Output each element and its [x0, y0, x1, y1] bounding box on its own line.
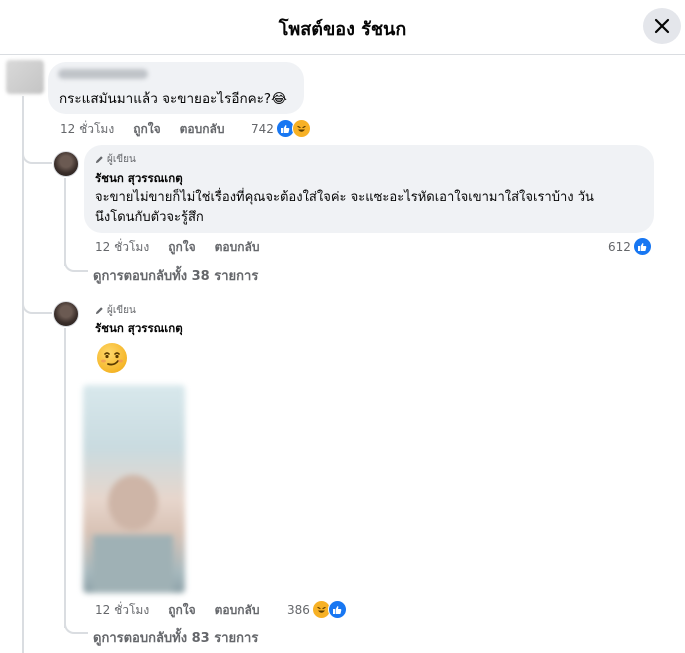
- thread-connector: [64, 250, 88, 272]
- author-badge-label: ผู้เขียน: [107, 305, 136, 316]
- thread-connector: [22, 290, 52, 314]
- close-icon: [654, 18, 670, 34]
- reply-button[interactable]: ตอบกลับ: [180, 120, 225, 139]
- smirk-emoji-icon: [97, 343, 127, 373]
- reply-actions: 12 ชั่วโมง ถูกใจ ตอบกลับ: [95, 601, 259, 620]
- reaction-count: 386: [287, 602, 310, 617]
- attached-photo[interactable]: [83, 385, 185, 593]
- avatar[interactable]: [6, 60, 44, 94]
- reaction-count: 742: [251, 121, 274, 136]
- view-replies-link[interactable]: ดูการตอบกลับทั้ง 38 รายการ: [93, 265, 258, 286]
- like-button[interactable]: ถูกใจ: [133, 120, 160, 139]
- author-name[interactable]: [58, 69, 148, 79]
- author-name[interactable]: รัชนก สุวรรณเกตุ: [95, 170, 183, 188]
- reply-text-line-1: จะขายไม่ขายก็ไม่ใช่เรื่องที่คุณจะต้องใส่…: [95, 190, 594, 205]
- thread-connector: [64, 612, 88, 634]
- like-icon: [632, 237, 652, 256]
- reply-text-line-2: นึงโดนกับตัวจะรู้สึก: [95, 210, 204, 225]
- reply-button[interactable]: ตอบกลับ: [215, 238, 260, 257]
- reply-bubble: ผู้เขียน รัชนก สุวรรณเกตุ จะขายไม่ขายก็ไ…: [84, 145, 654, 233]
- author-badge-label: ผู้เขียน: [107, 154, 136, 165]
- reaction-summary[interactable]: 742: [251, 119, 311, 138]
- reply-button[interactable]: ตอบกลับ: [215, 601, 260, 620]
- author-badge: ผู้เขียน: [95, 152, 136, 167]
- comment-time[interactable]: 12 ชั่วโมง: [60, 120, 114, 139]
- thread-line-reply-2: [64, 328, 66, 628]
- reaction-summary[interactable]: 612: [608, 237, 652, 256]
- comment-actions: 12 ชั่วโมง ถูกใจ ตอบกลับ: [60, 120, 224, 139]
- pencil-icon: [95, 156, 103, 164]
- reaction-count: 612: [608, 239, 631, 254]
- reaction-summary[interactable]: 386: [287, 600, 347, 619]
- reply-time[interactable]: 12 ชั่วโมง: [95, 601, 149, 620]
- reply-actions: 12 ชั่วโมง ถูกใจ ตอบกลับ: [95, 238, 259, 257]
- reply-time[interactable]: 12 ชั่วโมง: [95, 238, 149, 257]
- dialog-header: โพสต์ของ รัชนก: [0, 0, 685, 55]
- like-button[interactable]: ถูกใจ: [168, 601, 195, 620]
- thread-line-main: [22, 96, 24, 653]
- comment-text: กระแสมันมาแล้ว จะขายอะไรอีกคะ?😂: [59, 91, 287, 107]
- comment-bubble: กระแสมันมาแล้ว จะขายอะไรอีกคะ?😂: [48, 62, 304, 114]
- haha-icon: [291, 119, 311, 138]
- dialog-title: โพสต์ของ รัชนก: [278, 19, 407, 40]
- view-replies-link[interactable]: ดูการตอบกลับทั้ง 83 รายการ: [93, 627, 258, 648]
- pencil-icon: [95, 307, 103, 315]
- like-button[interactable]: ถูกใจ: [168, 238, 195, 257]
- author-name[interactable]: รัชนก สุวรรณเกตุ: [95, 320, 183, 338]
- avatar[interactable]: [53, 301, 79, 327]
- thread-connector: [22, 140, 52, 164]
- author-badge: ผู้เขียน: [95, 303, 136, 318]
- close-button[interactable]: [643, 8, 681, 44]
- like-icon: [327, 600, 347, 619]
- avatar[interactable]: [53, 151, 79, 177]
